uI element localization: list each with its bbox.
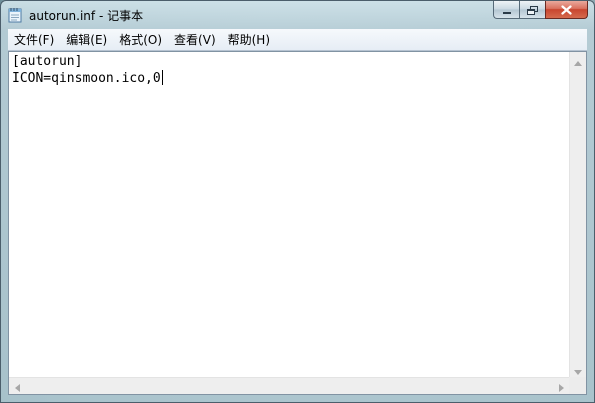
text-caret <box>161 70 163 85</box>
document-line: ICON=qinsmoon.ico,0 <box>12 71 161 86</box>
scroll-down-arrow-icon <box>574 360 582 379</box>
scroll-up-button[interactable] <box>570 52 586 68</box>
vertical-scrollbar[interactable] <box>569 52 586 377</box>
scroll-left-button[interactable] <box>9 378 25 394</box>
notepad-icon[interactable] <box>8 7 22 23</box>
menu-view[interactable]: 查看(V) <box>168 30 222 50</box>
document-line: [autorun] <box>12 54 83 69</box>
notepad-window: autorun.inf - 记事本 文件(F) 编辑(E) 格式(O) 查看(V… <box>0 0 595 403</box>
menu-bar: 文件(F) 编辑(E) 格式(O) 查看(V) 帮助(H) <box>8 29 587 51</box>
restore-icon <box>527 1 538 19</box>
scrollbar-corner <box>569 377 586 394</box>
menu-file[interactable]: 文件(F) <box>8 30 60 50</box>
scroll-left-arrow-icon <box>14 377 20 396</box>
document-line-with-caret: ICON=qinsmoon.ico,0 <box>12 70 566 87</box>
maximize-button[interactable] <box>519 1 545 19</box>
menu-help[interactable]: 帮助(H) <box>222 30 276 50</box>
close-button[interactable] <box>545 1 588 19</box>
window-title: autorun.inf - 记事本 <box>29 9 144 23</box>
title-bar[interactable]: autorun.inf - 记事本 <box>1 1 594 29</box>
scroll-down-button[interactable] <box>570 361 586 377</box>
close-icon <box>561 1 572 19</box>
menu-edit[interactable]: 编辑(E) <box>60 30 113 50</box>
minimize-button[interactable] <box>493 1 519 19</box>
horizontal-scrollbar[interactable] <box>9 377 569 394</box>
menu-format[interactable]: 格式(O) <box>113 30 168 50</box>
scroll-up-arrow-icon <box>574 51 582 70</box>
scroll-right-button[interactable] <box>553 378 569 394</box>
document-text[interactable]: [autorun] ICON=qinsmoon.ico,0 <box>12 54 566 374</box>
minimize-icon <box>502 1 512 19</box>
text-editor[interactable]: [autorun] ICON=qinsmoon.ico,0 <box>8 51 587 395</box>
caption-buttons <box>493 1 588 20</box>
scroll-right-arrow-icon <box>558 377 564 396</box>
